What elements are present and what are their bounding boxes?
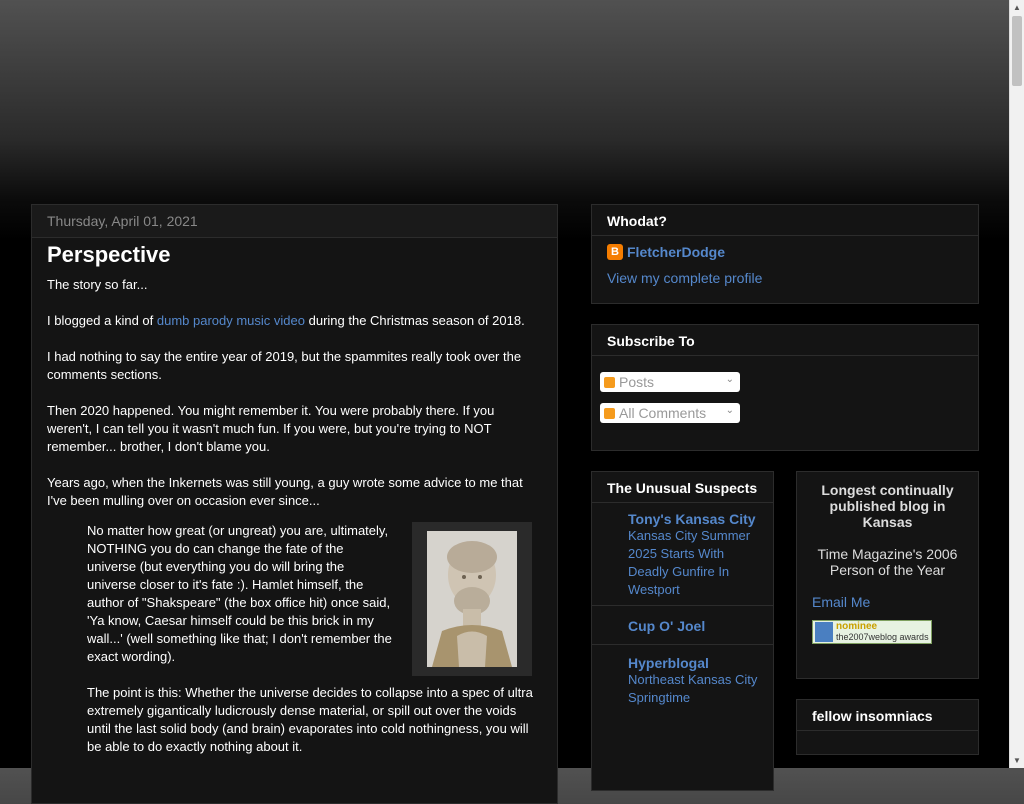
award-icon bbox=[815, 622, 833, 642]
post-paragraph: The story so far... bbox=[47, 277, 148, 292]
post-paragraph: Years ago, when the Inkernets was still … bbox=[47, 475, 523, 508]
parody-video-link[interactable]: dumb parody music video bbox=[157, 313, 305, 328]
blogroll-widget: The Unusual Suspects Tony's Kansas City … bbox=[591, 471, 774, 791]
post-paragraph: I blogged a kind of dumb parody music vi… bbox=[47, 312, 542, 330]
blog-name-link[interactable]: Cup O' Joel bbox=[628, 618, 758, 634]
blog-name-link[interactable]: Hyperblogal bbox=[628, 655, 758, 671]
rss-feed-icon bbox=[604, 407, 615, 419]
bust-illustration bbox=[427, 531, 517, 667]
blog-post-link[interactable]: Northeast Kansas City Springtime bbox=[628, 671, 758, 707]
paragraph-text: I blogged a kind of bbox=[47, 313, 157, 328]
blogroll-item: Hyperblogal Northeast Kansas City Spring… bbox=[592, 645, 773, 713]
insomniacs-widget: fellow insomniacs bbox=[796, 699, 979, 755]
view-profile-link[interactable]: View my complete profile bbox=[607, 270, 963, 286]
blog-post-link[interactable]: Kansas City Summer 2025 Starts With Dead… bbox=[628, 527, 758, 599]
chevron-down-icon: ⌄ bbox=[725, 405, 734, 416]
longest-blog-widget: Longest continually published blog in Ka… bbox=[796, 471, 979, 679]
longest-blog-title: Longest continually published blog in Ka… bbox=[821, 482, 954, 530]
post-body: Perspective The story so far... I blogge… bbox=[32, 244, 557, 756]
page-scrollbar[interactable]: ▲ ▼ bbox=[1009, 0, 1024, 768]
blogroll-item: Cup O' Joel bbox=[592, 606, 773, 645]
scrollbar-thumb[interactable] bbox=[1012, 16, 1022, 86]
subscribe-label: All Comments bbox=[619, 405, 707, 421]
subscribe-comments-button[interactable]: All Comments ⌄ bbox=[600, 403, 740, 423]
profile-widget: Whodat? B FletcherDodge View my complete… bbox=[591, 204, 979, 304]
blogger-icon: B bbox=[607, 244, 623, 260]
badge-top-text: nominee bbox=[836, 621, 878, 632]
subscribe-widget-title: Subscribe To bbox=[592, 325, 978, 356]
email-me-link[interactable]: Email Me bbox=[797, 578, 978, 620]
person-of-year-text: Time Magazine's 2006 Person of the Year bbox=[817, 546, 958, 578]
subscribe-posts-button[interactable]: Posts ⌄ bbox=[600, 372, 740, 392]
aristotle-bust-image[interactable] bbox=[412, 522, 532, 676]
blockquote: No matter how great (or ungreat) you are… bbox=[87, 522, 542, 756]
post-title[interactable]: Perspective bbox=[47, 244, 542, 266]
post-date: Thursday, April 01, 2021 bbox=[32, 205, 557, 238]
blog-name-link[interactable]: Tony's Kansas City bbox=[628, 511, 758, 527]
blogroll-item: Tony's Kansas City Kansas City Summer 20… bbox=[592, 503, 773, 606]
weblog-awards-badge[interactable]: nominee the2007weblog awards bbox=[812, 620, 932, 644]
blogroll-title: The Unusual Suspects bbox=[592, 472, 773, 503]
profile-row: B FletcherDodge bbox=[607, 244, 963, 260]
badge-bottom-text: the2007weblog awards bbox=[836, 632, 929, 642]
post-paragraph: Then 2020 happened. You might remember i… bbox=[47, 403, 495, 454]
profile-widget-title: Whodat? bbox=[592, 205, 978, 236]
quote-paragraph: The point is this: Whether the universe … bbox=[87, 685, 533, 754]
paragraph-text: during the Christmas season of 2018. bbox=[305, 313, 525, 328]
chevron-down-icon: ⌄ bbox=[725, 374, 734, 385]
post-paragraph: I had nothing to say the entire year of … bbox=[47, 349, 522, 382]
post-column: Thursday, April 01, 2021 Perspective The… bbox=[31, 204, 558, 804]
insomniacs-title: fellow insomniacs bbox=[797, 700, 978, 731]
profile-widget-body: B FletcherDodge View my complete profile bbox=[592, 236, 978, 294]
profile-name-link[interactable]: FletcherDodge bbox=[627, 244, 725, 260]
rss-feed-icon bbox=[604, 376, 615, 388]
badge-text: nominee the2007weblog awards bbox=[836, 621, 929, 643]
subscribe-widget: Subscribe To Posts ⌄ All Comments ⌄ bbox=[591, 324, 979, 451]
subscribe-label: Posts bbox=[619, 374, 655, 390]
scroll-down-arrow-icon[interactable]: ▼ bbox=[1010, 753, 1024, 768]
subscribe-list: Posts ⌄ All Comments ⌄ bbox=[592, 356, 978, 423]
scroll-up-arrow-icon[interactable]: ▲ bbox=[1010, 0, 1024, 15]
